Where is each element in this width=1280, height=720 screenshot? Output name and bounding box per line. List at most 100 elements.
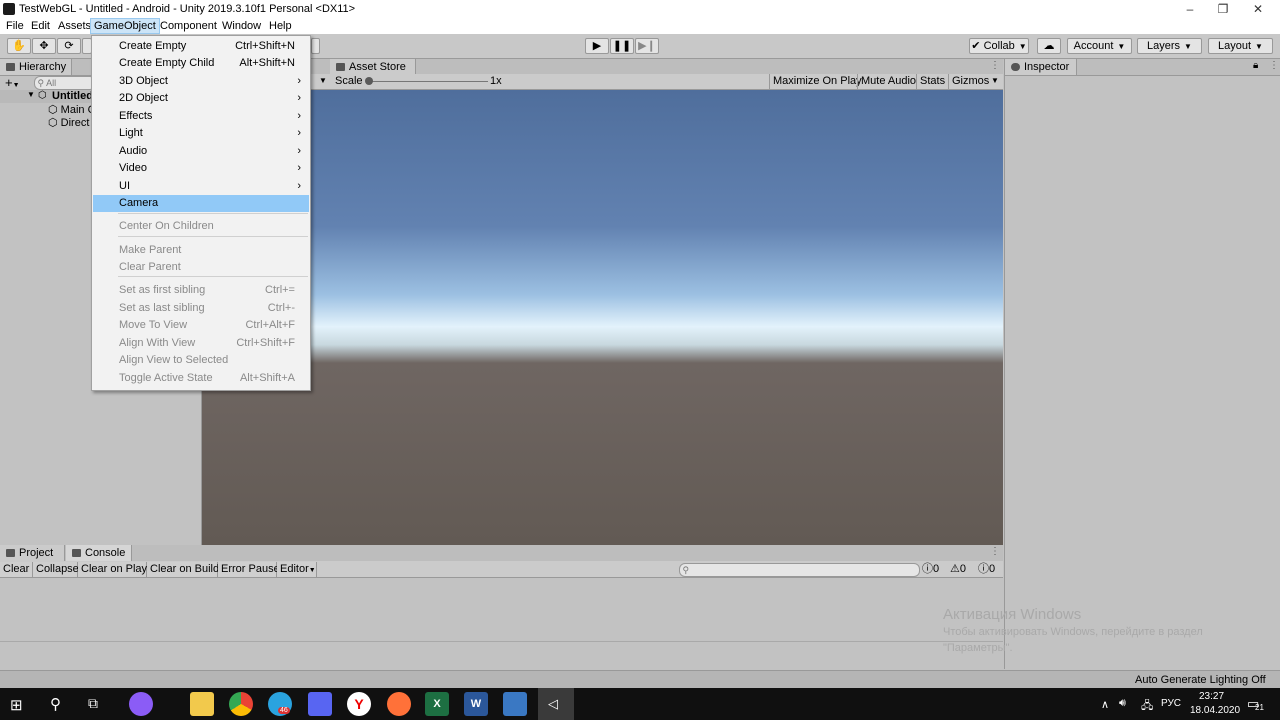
inspector-menu-icon[interactable]: ⋮ xyxy=(1269,60,1279,71)
panel-menu-icon[interactable]: ⋮ xyxy=(990,60,1000,71)
expand-arrow-icon[interactable]: ▼ xyxy=(27,90,35,99)
error-count-toggle[interactable]: ⓘ0 xyxy=(978,562,995,577)
lock-icon[interactable]: 🔒︎ xyxy=(1253,60,1258,71)
menu-item-clear-parent: Clear Parent xyxy=(93,259,309,276)
rotate-tool-icon[interactable]: ⟳ xyxy=(57,38,81,54)
menu-item-create-empty[interactable]: Create Empty Ctrl+Shift+N xyxy=(93,38,309,55)
menu-separator xyxy=(118,276,308,277)
move-tool-icon[interactable]: ✥ xyxy=(32,38,56,54)
info-count-toggle[interactable]: ⓘ0 xyxy=(922,562,939,577)
volume-icon[interactable]: 🔊︎ xyxy=(1119,697,1126,710)
menu-item-audio[interactable]: Audio › xyxy=(93,143,309,160)
menu-component[interactable]: Component xyxy=(157,18,220,34)
account-dropdown[interactable]: Account ▼ xyxy=(1067,38,1132,54)
info-icon xyxy=(1011,63,1020,71)
scale-slider-track[interactable] xyxy=(368,81,488,82)
clock-date[interactable]: 18.04.2020 xyxy=(1190,705,1240,716)
info-count: 0 xyxy=(933,563,940,575)
mute-audio-toggle[interactable]: Mute Audio xyxy=(857,74,919,89)
yandex-browser-icon[interactable]: Y xyxy=(347,692,371,716)
inspector-panel: Inspector 🔒︎ ⋮ xyxy=(1004,59,1280,669)
gizmos-dropdown-icon[interactable]: ▼ xyxy=(991,76,999,85)
game-view-render[interactable] xyxy=(202,90,1003,545)
menu-item-camera[interactable]: Camera xyxy=(93,195,309,212)
add-object-button[interactable]: +▼ xyxy=(5,75,20,90)
menu-edit[interactable]: Edit xyxy=(28,18,53,34)
menu-window[interactable]: Window xyxy=(219,18,264,34)
menu-item-create-empty-child[interactable]: Create Empty Child Alt+Shift+N xyxy=(93,55,309,72)
hierarchy-item[interactable]: ⬡ Main C xyxy=(48,103,96,116)
file-explorer-icon[interactable] xyxy=(190,692,214,716)
alice-assistant-icon[interactable] xyxy=(129,692,153,716)
pivot-toggle[interactable] xyxy=(311,38,320,54)
search-icon[interactable]: ⚲ xyxy=(50,695,61,713)
excel-icon[interactable]: X xyxy=(425,692,449,716)
tab-asset-store[interactable]: Asset Store xyxy=(330,59,416,75)
cloud-icon[interactable]: ☁ xyxy=(1037,38,1061,54)
layers-dropdown[interactable]: Layers ▼ xyxy=(1137,38,1202,54)
layout-dropdown[interactable]: Layout ▼ xyxy=(1208,38,1273,54)
clear-on-play-toggle[interactable]: Clear on Play xyxy=(78,562,147,577)
lighting-status[interactable]: Auto Generate Lighting Off xyxy=(1135,674,1266,686)
console-collapse-toggle[interactable]: Collapse xyxy=(33,562,79,577)
firefox-icon[interactable] xyxy=(387,692,411,716)
menu-item-label: Create Empty Child xyxy=(119,57,215,69)
windows-taskbar: ⊞ ⚲ ⧉ 46 Y X W ◁ ∧ 🔊︎ 🖧 РУС 23:27 18.04.… xyxy=(0,688,1280,720)
discord-icon[interactable] xyxy=(308,692,332,716)
scale-slider-handle[interactable] xyxy=(365,77,373,85)
step-button[interactable]: ▶❙ xyxy=(635,38,659,54)
menu-item-light[interactable]: Light › xyxy=(93,125,309,142)
menu-item-toggle-active-state: Toggle Active State Alt+Shift+A xyxy=(93,370,309,387)
tab-hierarchy[interactable]: Hierarchy xyxy=(0,59,72,75)
clock-time[interactable]: 23:27 xyxy=(1199,691,1224,702)
menu-assets[interactable]: Assets xyxy=(55,18,94,34)
tray-overflow-icon[interactable]: ∧ xyxy=(1101,698,1109,711)
hand-tool-icon[interactable]: ✋ xyxy=(7,38,31,54)
play-button[interactable]: ▶ xyxy=(585,38,609,54)
menu-gameobject[interactable]: GameObject xyxy=(90,18,160,34)
window-title: TestWebGL - Untitled - Android - Unity 2… xyxy=(19,3,356,15)
menu-item-shortcut: Ctrl+Alt+F xyxy=(245,319,295,331)
tab-project[interactable]: Project xyxy=(0,545,65,561)
menu-item-video[interactable]: Video › xyxy=(93,160,309,177)
gizmos-toggle[interactable]: Gizmos xyxy=(948,74,992,89)
editor-dropdown[interactable]: Editor▼ xyxy=(277,562,317,577)
windows-start-icon[interactable]: ⊞ xyxy=(10,696,23,714)
submenu-arrow-icon: › xyxy=(297,127,301,139)
word-icon[interactable]: W xyxy=(464,692,488,716)
menu-item-2d-object[interactable]: 2D Object › xyxy=(93,90,309,107)
chrome-icon[interactable] xyxy=(229,692,253,716)
tab-console[interactable]: Console xyxy=(66,545,132,561)
clear-on-build-toggle[interactable]: Clear on Build xyxy=(147,562,219,577)
close-button[interactable]: ✕ xyxy=(1240,0,1276,18)
stats-toggle[interactable]: Stats xyxy=(916,74,948,89)
scale-value: 1x xyxy=(490,75,502,87)
menu-item-effects[interactable]: Effects › xyxy=(93,108,309,125)
menu-item-shortcut: Alt+Shift+N xyxy=(239,57,295,69)
hierarchy-search-input[interactable]: ⚲ All xyxy=(34,76,96,90)
menu-file[interactable]: File xyxy=(3,18,27,34)
console-menu-icon[interactable]: ⋮ xyxy=(990,546,1000,557)
submenu-arrow-icon: › xyxy=(297,92,301,104)
layout-label: Layout xyxy=(1218,40,1252,52)
network-icon[interactable]: 🖧 xyxy=(1141,697,1153,716)
error-pause-toggle[interactable]: Error Pause xyxy=(218,562,280,577)
display-dropdown-icon[interactable]: ▼ xyxy=(319,76,327,85)
restore-button[interactable]: ❐ xyxy=(1205,0,1241,18)
collab-button[interactable]: ✔ Collab ▼ xyxy=(969,38,1029,54)
menu-help[interactable]: Help xyxy=(266,18,295,34)
console-clear-button[interactable]: Clear xyxy=(0,562,33,577)
maximize-on-play-toggle[interactable]: Maximize On Play xyxy=(769,74,865,89)
language-indicator[interactable]: РУС xyxy=(1161,698,1181,709)
unity-taskbar-button[interactable]: ◁ xyxy=(538,688,574,720)
pause-button[interactable]: ❚❚ xyxy=(610,38,634,54)
warning-count-toggle[interactable]: ⚠0 xyxy=(950,562,966,577)
menu-item-3d-object[interactable]: 3D Object › xyxy=(93,73,309,90)
network-app-icon[interactable] xyxy=(503,692,527,716)
console-search-input[interactable]: ⚲ xyxy=(679,563,920,577)
tab-inspector[interactable]: Inspector xyxy=(1005,59,1077,75)
menu-item-ui[interactable]: UI › xyxy=(93,178,309,195)
hierarchy-item[interactable]: ⬡ Direct xyxy=(48,116,89,129)
minimize-button[interactable]: – xyxy=(1172,0,1208,18)
task-view-icon[interactable]: ⧉ xyxy=(88,695,98,712)
